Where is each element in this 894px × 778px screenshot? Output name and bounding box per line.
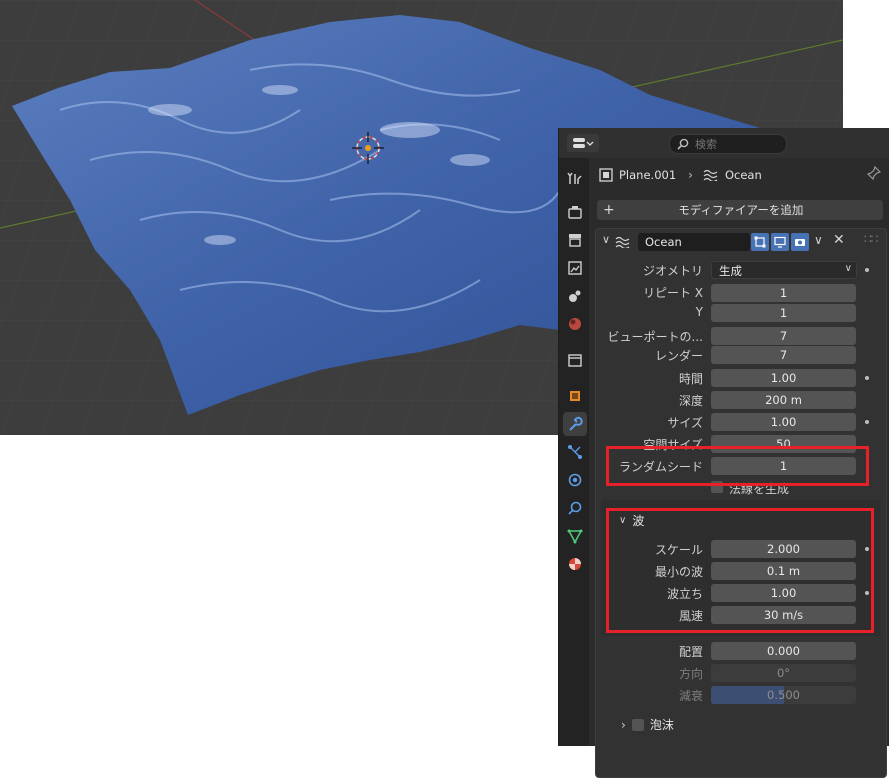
tab-world[interactable] bbox=[563, 312, 587, 336]
viewport-resolution-field[interactable]: 7 bbox=[711, 327, 856, 345]
tab-material[interactable] bbox=[563, 552, 587, 576]
properties-tab-bar bbox=[559, 158, 589, 746]
repeat-x-label: リピート X bbox=[642, 286, 703, 300]
size-label: サイズ bbox=[667, 416, 703, 430]
object-icon bbox=[570, 391, 580, 401]
editor-type-button[interactable] bbox=[567, 134, 599, 152]
chevron-right-icon: › bbox=[621, 717, 626, 732]
direction-label: 方向 bbox=[678, 667, 703, 681]
modifier-dropdown-icon[interactable]: ∨ bbox=[814, 233, 823, 247]
tab-physics[interactable] bbox=[563, 468, 587, 492]
tool-icon bbox=[567, 172, 582, 184]
scene-icon bbox=[569, 290, 581, 302]
tab-tool[interactable] bbox=[563, 166, 587, 190]
add-modifier-button[interactable]: + モディファイアーを追加 bbox=[597, 200, 883, 220]
constraints-icon bbox=[568, 501, 582, 515]
viewport-resolution-label: ビューポートの... bbox=[607, 330, 703, 344]
foam-section-label: 泡沫 bbox=[649, 718, 674, 732]
edit-mode-toggle[interactable] bbox=[751, 233, 769, 251]
repeat-y-field[interactable]: 1 bbox=[711, 304, 856, 322]
drag-handle-icon[interactable]: ∷∷ bbox=[864, 232, 878, 246]
animate-property-dot[interactable] bbox=[865, 420, 869, 424]
geometry-label: ジオメトリ bbox=[642, 264, 703, 278]
particles-icon bbox=[568, 445, 582, 459]
tab-constraints[interactable] bbox=[563, 496, 587, 520]
animate-property-dot[interactable] bbox=[865, 268, 869, 272]
animate-property-dot[interactable] bbox=[865, 376, 869, 380]
damping-value: 0.500 bbox=[767, 688, 800, 702]
camera-icon bbox=[795, 239, 805, 246]
tab-data[interactable] bbox=[563, 524, 587, 548]
search-input[interactable] bbox=[695, 137, 775, 151]
edit-mode-icon bbox=[754, 236, 766, 248]
tab-modifiers[interactable] bbox=[563, 412, 587, 436]
size-field[interactable]: 1.00 bbox=[711, 413, 856, 431]
random-seed-highlight-box bbox=[606, 446, 869, 486]
pin-icon[interactable] bbox=[866, 165, 882, 183]
time-field[interactable]: 1.00 bbox=[711, 369, 856, 387]
chevron-right-icon: › bbox=[688, 168, 693, 182]
render-icon bbox=[568, 206, 582, 219]
depth-field[interactable]: 200 m bbox=[711, 391, 856, 409]
render-resolution-label: レンダー bbox=[654, 349, 703, 363]
damping-slider[interactable]: 0.500 bbox=[711, 686, 856, 704]
close-icon[interactable]: ✕ bbox=[833, 232, 845, 248]
waves-highlight-box bbox=[606, 508, 874, 633]
physics-icon bbox=[568, 473, 582, 487]
breadcrumb-object: Plane.001 bbox=[619, 168, 677, 182]
tab-particles[interactable] bbox=[563, 440, 587, 464]
depth-label: 深度 bbox=[678, 394, 703, 408]
world-icon bbox=[569, 318, 581, 330]
collection-icon bbox=[568, 354, 582, 367]
ocean-modifier-icon bbox=[703, 169, 718, 181]
view-layer-icon bbox=[568, 261, 582, 275]
search-icon bbox=[677, 138, 689, 150]
tab-collection[interactable] bbox=[563, 348, 587, 372]
output-icon bbox=[569, 234, 581, 247]
dropdown-chevron-icon: ∨ bbox=[844, 263, 852, 274]
repeat-y-label: Y bbox=[695, 305, 703, 319]
geometry-value: 生成 bbox=[719, 264, 742, 278]
tab-object[interactable] bbox=[563, 384, 587, 408]
add-modifier-label: モディファイアーを追加 bbox=[678, 203, 804, 217]
monitor-icon bbox=[774, 236, 786, 248]
tab-view-layer[interactable] bbox=[563, 256, 587, 280]
damping-label: 減衰 bbox=[678, 689, 703, 703]
material-icon bbox=[569, 558, 581, 570]
alignment-field[interactable]: 0.000 bbox=[711, 642, 856, 660]
properties-editor: Plane.001 › Ocean + モディファイアーを追加 ∨ Ocean bbox=[558, 128, 889, 778]
tab-render[interactable] bbox=[563, 200, 587, 224]
object-square-icon bbox=[599, 168, 613, 182]
foam-checkbox[interactable] bbox=[631, 718, 644, 731]
breadcrumb-modifier: Ocean bbox=[724, 168, 762, 182]
repeat-x-field[interactable]: 1 bbox=[711, 284, 856, 302]
collapse-chevron-icon[interactable]: ∨ bbox=[602, 233, 610, 246]
geometry-dropdown[interactable]: 生成 ∨ bbox=[711, 261, 857, 279]
plus-icon: + bbox=[603, 202, 615, 218]
breadcrumb: Plane.001 › Ocean bbox=[599, 166, 762, 184]
foam-section-header[interactable]: › 泡沫 bbox=[621, 716, 674, 733]
ocean-modifier-type-icon bbox=[615, 236, 630, 248]
alignment-label: 配置 bbox=[678, 645, 703, 659]
search-field[interactable] bbox=[669, 134, 787, 154]
tab-scene[interactable] bbox=[563, 284, 587, 308]
wrench-icon bbox=[569, 416, 583, 431]
viewport-display-toggle[interactable] bbox=[771, 233, 789, 251]
time-label: 時間 bbox=[678, 372, 703, 386]
direction-field[interactable]: 0° bbox=[711, 664, 856, 682]
modifier-header: ∨ Ocean ∨ ✕ ∷∷ bbox=[596, 229, 886, 255]
render-resolution-field[interactable]: 7 bbox=[711, 346, 856, 364]
properties-editor-icon bbox=[573, 138, 594, 148]
render-toggle[interactable] bbox=[791, 233, 809, 251]
properties-header bbox=[559, 128, 889, 158]
modifier-name-field[interactable]: Ocean bbox=[638, 233, 750, 251]
tab-output[interactable] bbox=[563, 228, 587, 252]
mesh-data-icon bbox=[567, 529, 583, 544]
